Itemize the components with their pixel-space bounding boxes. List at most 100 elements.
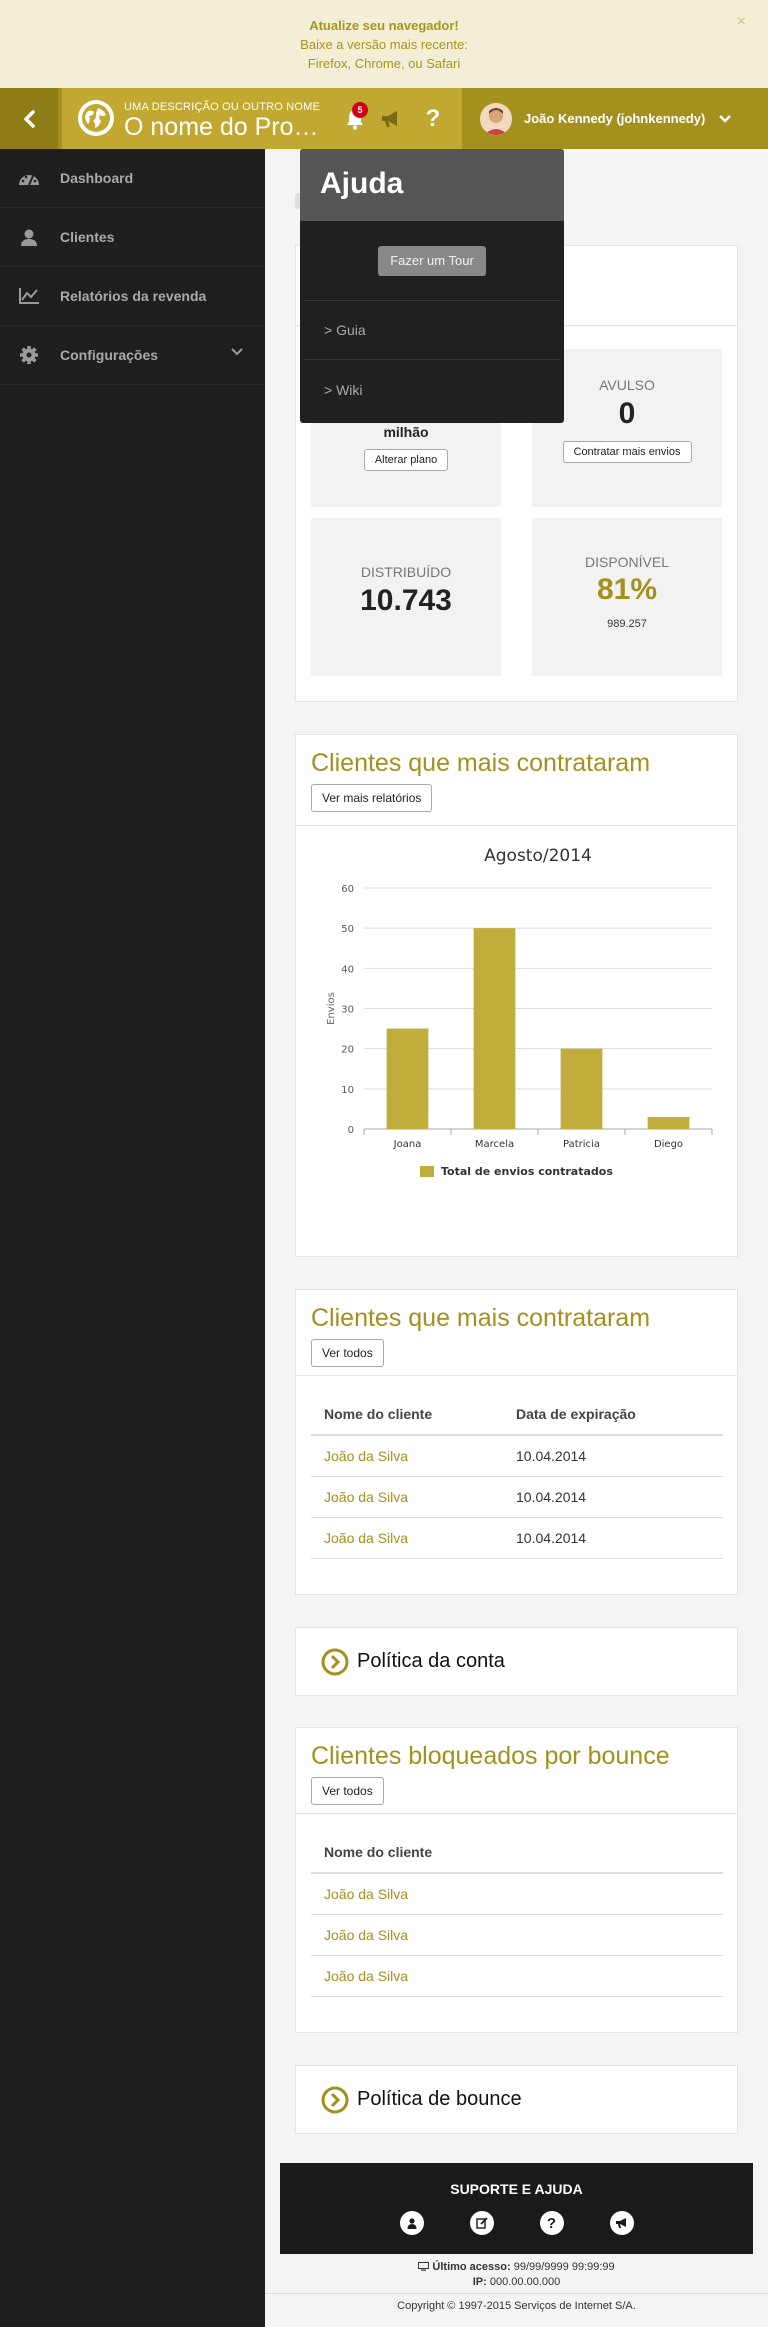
question-icon[interactable]: ?: [539, 2211, 564, 2235]
bar: [473, 928, 516, 1129]
back-button[interactable]: [0, 88, 58, 149]
browser-update-banner: Atualize seu navegador! Baixe a versão m…: [0, 0, 768, 88]
support-footer: SUPORTE E AJUDA ?: [280, 2163, 753, 2254]
client-link[interactable]: João da Silva: [311, 1448, 516, 1464]
help-link-wiki[interactable]: > Wiki: [304, 360, 560, 419]
y-tick-label: 10: [341, 1085, 354, 1096]
legend-label: Total de envios contratados: [441, 1165, 613, 1178]
expiration-date: 10.04.2014: [516, 1448, 587, 1464]
card-title: Clientes bloqueados por bounce: [311, 1742, 670, 1770]
sidebar-item-dashboard[interactable]: Dashboard: [0, 149, 265, 208]
sidebar-item-label: Configurações: [60, 347, 159, 363]
y-axis-label: Envios: [326, 992, 337, 1025]
banner-line-2: Baixe a versão mais recente:: [300, 37, 468, 52]
user-name: João Kennedy (johnkennedy): [524, 111, 706, 126]
x-tick-label: Marcela: [475, 1139, 514, 1150]
product-title: O nome do Produto: [124, 113, 329, 141]
table-header: Nome do cliente: [311, 1832, 723, 1874]
more-reports-button[interactable]: Ver mais relatórios: [311, 784, 433, 812]
available-percent: 81%: [596, 573, 658, 606]
product-brand[interactable]: UMA DESCRIÇÃO OU OUTRO NOME O nome do Pr…: [62, 88, 462, 149]
buy-more-button[interactable]: Contratar mais envios: [562, 441, 692, 463]
sidebar-item-relatorios[interactable]: Relatórios da revenda: [0, 267, 265, 326]
top-header: UMA DESCRIÇÃO OU OUTRO NOME O nome do Pr…: [0, 88, 768, 149]
plan-stat-distributed: DISTRIBUÍDO 10.743: [311, 518, 501, 676]
account-policy-link[interactable]: Política da conta: [295, 1627, 738, 1696]
megaphone-icon[interactable]: [378, 106, 404, 132]
sidebar: Dashboard Clientes Relatórios da revenda…: [0, 149, 265, 2327]
help-question-icon[interactable]: ?: [420, 105, 446, 132]
tour-button[interactable]: Fazer um Tour: [378, 245, 486, 276]
help-link-guia[interactable]: > Guia: [304, 301, 560, 360]
bounce-policy-label: Política de bounce: [357, 2088, 522, 2110]
table-row: João da Silva 10.04.2014: [311, 1436, 723, 1477]
chevron-circle-right-icon: [321, 2086, 349, 2113]
expiration-date: 10.04.2014: [516, 1530, 587, 1546]
last-access-label: Último acesso:: [432, 2261, 511, 2273]
copyright: Copyright © 1997-2015 Serviços de Intern…: [397, 2300, 636, 2312]
top-clients-chart-card: Clientes que mais contrataram Ver mais r…: [295, 734, 738, 1257]
available-value: 989.257: [607, 618, 647, 630]
bounce-table: Nome do cliente João da Silva João da Si…: [311, 1832, 723, 1997]
view-all-button[interactable]: Ver todos: [311, 1777, 384, 1805]
help-dropdown: Ajuda Fazer um Tour > Guia > Wiki: [300, 149, 564, 423]
y-tick-label: 50: [341, 924, 354, 935]
y-tick-label: 40: [341, 964, 354, 975]
bar: [386, 1028, 429, 1129]
chevron-down-icon: [719, 114, 732, 123]
bounce-policy-link[interactable]: Política de bounce: [295, 2065, 738, 2134]
help-dropdown-title: Ajuda: [300, 149, 564, 221]
banner-line-3: Firefox, Chrome, ou Safari: [307, 56, 461, 71]
available-label: DISPONÍVEL: [584, 554, 670, 570]
sidebar-item-label: Dashboard: [60, 170, 134, 186]
plan-stat-available: DISPONÍVEL 81% 989.257: [532, 518, 722, 676]
view-all-button[interactable]: Ver todos: [311, 1339, 384, 1367]
table-row: João da Silva: [311, 1874, 723, 1915]
ip-label: IP:: [472, 2276, 487, 2288]
product-subtitle: UMA DESCRIÇÃO OU OUTRO NOME: [124, 101, 321, 113]
chevron-down-icon: [231, 348, 243, 356]
dashboard-icon: [18, 167, 40, 189]
chevron-circle-right-icon: [321, 1648, 349, 1675]
sidebar-item-clientes[interactable]: Clientes: [0, 208, 265, 267]
sidebar-item-label: Relatórios da revenda: [60, 288, 207, 304]
ip-value: 000.00.00.000: [489, 2276, 561, 2288]
chart-title: Agosto/2014: [484, 846, 592, 866]
client-link[interactable]: João da Silva: [311, 1886, 516, 1902]
column-header-name: Nome do cliente: [324, 1406, 433, 1422]
column-header-name: Nome do cliente: [324, 1844, 433, 1860]
gear-icon: [18, 344, 40, 366]
edit-icon[interactable]: [469, 2211, 494, 2235]
megaphone-icon[interactable]: [609, 2211, 634, 2235]
x-tick-label: Patricia: [563, 1139, 600, 1150]
client-link[interactable]: João da Silva: [311, 1927, 516, 1943]
client-link[interactable]: João da Silva: [311, 1530, 516, 1546]
user-menu[interactable]: João Kennedy (johnkennedy): [480, 88, 732, 149]
bounce-table-card: Clientes bloqueados por bounce Ver todos…: [295, 1727, 738, 2033]
banner-title: Atualize seu navegador!: [309, 18, 459, 33]
table-row: João da Silva: [311, 1915, 723, 1956]
support-title: SUPORTE E AJUDA: [450, 2181, 583, 2197]
top-clients-table-card: Clientes que mais contrataram Ver todos …: [295, 1289, 738, 1595]
monitor-icon: [418, 2262, 430, 2271]
table-row: João da Silva: [311, 1956, 723, 1997]
client-link[interactable]: João da Silva: [311, 1968, 516, 1984]
y-tick-label: 30: [341, 1005, 354, 1016]
card-title: Clientes que mais contrataram: [311, 1304, 651, 1332]
bar: [560, 1048, 603, 1129]
bar: [647, 1116, 690, 1129]
globe-icon: [78, 100, 114, 136]
sidebar-item-label: Clientes: [60, 229, 115, 245]
distributed-label: DISTRIBUÍDO: [360, 564, 452, 580]
sidebar-item-configuracoes[interactable]: Configurações: [0, 326, 265, 385]
last-access: Último acesso: 99/99/9999 99:99:99: [265, 2261, 768, 2273]
user-icon[interactable]: [399, 2211, 424, 2235]
banner-close-button[interactable]: ×: [737, 12, 746, 31]
notification-badge: 5: [352, 102, 368, 118]
change-plan-button[interactable]: Alterar plano: [363, 449, 449, 471]
clients-table: Nome do cliente Data de expiração João d…: [311, 1394, 723, 1559]
table-row: João da Silva 10.04.2014: [311, 1518, 723, 1559]
client-link[interactable]: João da Silva: [311, 1489, 516, 1505]
card-title: Clientes que mais contrataram: [311, 749, 651, 777]
expiration-date: 10.04.2014: [516, 1489, 587, 1505]
